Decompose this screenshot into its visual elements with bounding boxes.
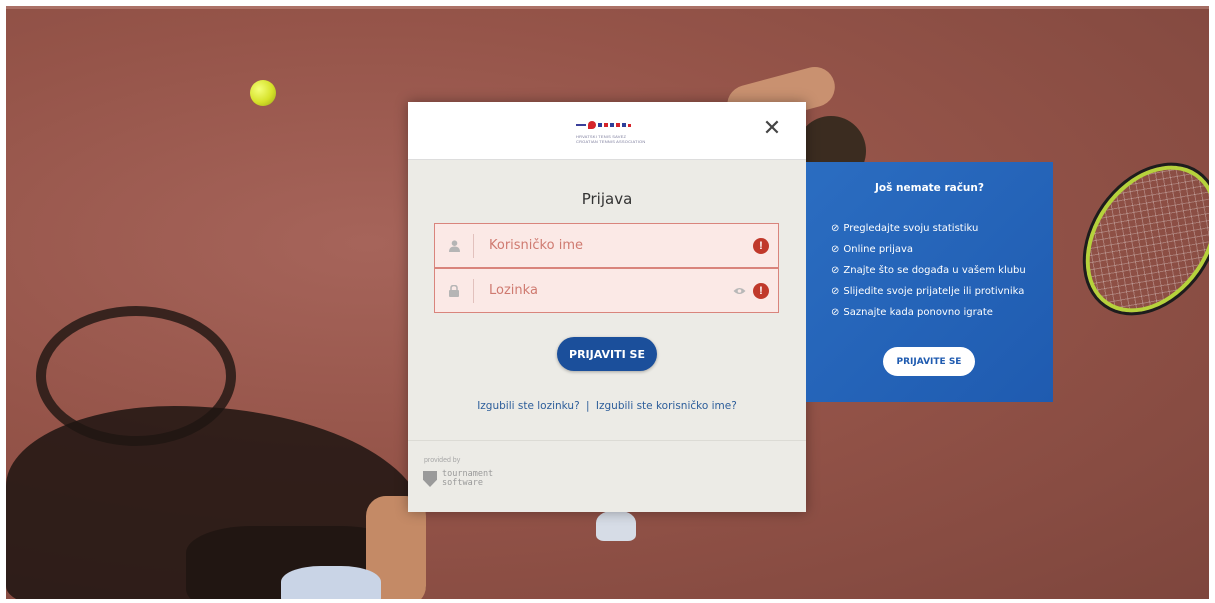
link-separator: | bbox=[586, 400, 590, 412]
benefit-text: Slijedite svoje prijatelje ili protivnik… bbox=[843, 286, 1025, 297]
forgot-password-link[interactable]: Izgubili ste lozinku? bbox=[477, 400, 579, 412]
provider-name: tournament software bbox=[442, 470, 493, 488]
list-item: ⊘ Znajte što se događa u vašem klubu bbox=[831, 260, 1026, 281]
footer-divider bbox=[408, 440, 806, 441]
login-button[interactable]: PRIJAVITI SE bbox=[557, 337, 657, 371]
check-circle-icon: ⊘ bbox=[831, 265, 840, 276]
provided-by-label: provided by bbox=[424, 457, 461, 464]
register-title: Još nemate račun? bbox=[875, 182, 984, 194]
association-logo: HRVATSKI TENIS SAVEZ CROATIAN TENNIS ASS… bbox=[576, 119, 646, 147]
court-line bbox=[6, 6, 1209, 9]
register-panel: Još nemate račun? ⊘ Pregledajte svoju sta… bbox=[806, 162, 1053, 402]
check-circle-icon: ⊘ bbox=[831, 244, 840, 255]
tennis-ball bbox=[250, 80, 276, 106]
username-input[interactable] bbox=[474, 237, 753, 254]
logo-text: HRVATSKI TENIS SAVEZ CROATIAN TENNIS ASS… bbox=[576, 134, 646, 144]
benefits-list: ⊘ Pregledajte svoju statistiku ⊘ Online pr… bbox=[831, 218, 1026, 323]
check-circle-icon: ⊘ bbox=[831, 286, 840, 297]
register-button[interactable]: PRIJAVITE SE bbox=[883, 347, 975, 376]
list-item: ⊘ Online prijava bbox=[831, 239, 1026, 260]
username-field: ! bbox=[434, 223, 779, 268]
check-circle-icon: ⊘ bbox=[831, 223, 840, 234]
player-shoe-2 bbox=[596, 511, 636, 541]
tennis-racket bbox=[1054, 136, 1209, 342]
list-item: ⊘ Pregledajte svoju statistiku bbox=[831, 218, 1026, 239]
login-modal: HRVATSKI TENIS SAVEZ CROATIAN TENNIS ASS… bbox=[408, 102, 806, 512]
list-item: ⊘ Saznajte kada ponovno igrate bbox=[831, 302, 1026, 323]
login-title: Prijava bbox=[581, 190, 633, 208]
list-item: ⊘ Slijedite svoje prijatelje ili protivni… bbox=[831, 281, 1026, 302]
check-circle-icon: ⊘ bbox=[831, 307, 840, 318]
benefit-text: Pregledajte svoju statistiku bbox=[843, 223, 979, 234]
tournament-software-logo[interactable]: tournament software bbox=[423, 470, 493, 488]
forgot-username-link[interactable]: Izgubili ste korisničko ime? bbox=[596, 400, 737, 412]
eye-icon[interactable] bbox=[733, 284, 746, 298]
close-icon[interactable]: ✕ bbox=[760, 116, 784, 140]
modal-header: HRVATSKI TENIS SAVEZ CROATIAN TENNIS ASS… bbox=[408, 102, 806, 160]
logo-mark bbox=[576, 119, 642, 131]
user-icon bbox=[435, 233, 474, 258]
benefit-text: Saznajte kada ponovno igrate bbox=[843, 307, 993, 318]
error-icon: ! bbox=[753, 237, 769, 254]
benefit-text: Online prijava bbox=[843, 244, 914, 255]
benefit-text: Znajte što se događa u vašem klubu bbox=[843, 265, 1026, 276]
password-field: ! bbox=[434, 268, 779, 313]
player-shoe bbox=[281, 566, 381, 599]
forgot-links: Izgubili ste lozinku? | Izgubili ste kor… bbox=[408, 400, 806, 412]
error-icon: ! bbox=[753, 282, 769, 299]
lock-icon bbox=[435, 278, 474, 303]
password-input[interactable] bbox=[474, 282, 733, 299]
shield-icon bbox=[423, 471, 437, 487]
provider-line2: software bbox=[442, 478, 483, 488]
